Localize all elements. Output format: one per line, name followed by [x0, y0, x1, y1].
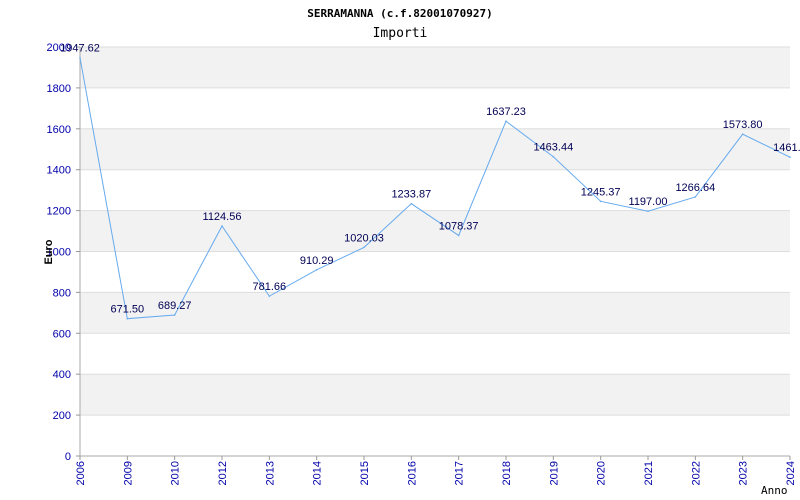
- data-label: 1020.03: [344, 232, 384, 244]
- x-tick-label: 2022: [690, 461, 702, 485]
- x-tick-label: 2016: [406, 461, 418, 485]
- data-point: [126, 317, 129, 320]
- line-chart: SERRAMANNA (c.f.82001070927) Importi 0 20…: [43, 7, 800, 497]
- chart-subtitle: Importi: [373, 26, 428, 41]
- y-tick-label: 600: [53, 328, 71, 340]
- x-tick-label: 2006: [75, 461, 87, 485]
- y-tick-label: 1200: [47, 206, 71, 218]
- data-label: 1463.44: [533, 142, 573, 154]
- x-tick-label: 2012: [217, 461, 229, 485]
- data-label: 1266.64: [675, 182, 715, 194]
- x-tick-label: 2009: [122, 461, 134, 485]
- grid-band: [80, 128, 790, 170]
- data-point: [457, 234, 460, 237]
- x-axis-label: Anno: [761, 484, 788, 497]
- x-tick-label: 2017: [454, 461, 466, 485]
- x-tick-label: 2015: [359, 461, 371, 485]
- data-point: [173, 314, 176, 316]
- data-point: [599, 200, 602, 203]
- data-label: 689.27: [158, 300, 192, 312]
- data-point: [315, 269, 318, 271]
- grid-band: [80, 210, 790, 252]
- data-point: [694, 196, 697, 198]
- data-label: 1245.37: [581, 186, 621, 198]
- x-tick-label: 2013: [264, 461, 276, 485]
- x-tick-label: 2010: [170, 461, 182, 485]
- data-label: 1197.00: [629, 196, 668, 208]
- y-tick-label: 1400: [47, 165, 71, 177]
- data-point: [221, 225, 223, 227]
- x-tick-label: 2023: [738, 461, 750, 485]
- data-point: [268, 295, 271, 297]
- grid-bands: [80, 47, 790, 416]
- data-label: 910.29: [300, 255, 334, 267]
- data-label: 1947.62: [60, 43, 100, 55]
- x-tick-label: 2021: [643, 461, 655, 485]
- data-label: 1233.87: [391, 189, 431, 201]
- y-axis-label: Euro: [43, 239, 55, 264]
- chart-title: SERRAMANNA (c.f.82001070927): [307, 7, 492, 20]
- grid-band: [80, 292, 790, 334]
- y-tick-label: 1800: [47, 83, 71, 95]
- y-tick-label: 400: [53, 369, 71, 381]
- data-point: [363, 246, 365, 249]
- x-tick-label: 2014: [312, 461, 324, 485]
- data-point: [79, 56, 81, 59]
- data-label: 1637.23: [486, 106, 526, 118]
- data-point: [505, 120, 507, 122]
- x-tick-label: 2019: [548, 461, 560, 485]
- data-label: 1573.80: [723, 119, 763, 131]
- data-point: [552, 155, 555, 158]
- y-tick-label: 200: [53, 410, 71, 422]
- grid-band: [80, 47, 790, 88]
- data-label: 781.66: [253, 281, 287, 293]
- data-point: [410, 202, 413, 205]
- data-label: 1461.0: [773, 142, 800, 154]
- data-label: 671.50: [111, 304, 145, 316]
- x-tick-label: 2018: [501, 461, 513, 485]
- x-tick-label: 2020: [596, 461, 608, 485]
- y-tick-label: 800: [53, 287, 71, 299]
- data-point: [789, 156, 791, 159]
- x-tick-label: 2024: [785, 461, 797, 485]
- data-point: [741, 133, 744, 135]
- data-point: [647, 210, 649, 213]
- data-label: 1078.37: [439, 220, 479, 232]
- y-tick-label: 1600: [47, 124, 71, 136]
- data-label: 1124.56: [203, 211, 242, 223]
- grid-band: [80, 374, 790, 416]
- y-tick-label: 0: [65, 451, 71, 463]
- x-axis-ticks: 2006 2009 2010 2012 2013 2014 2015 2016 2017 2018…: [75, 456, 797, 485]
